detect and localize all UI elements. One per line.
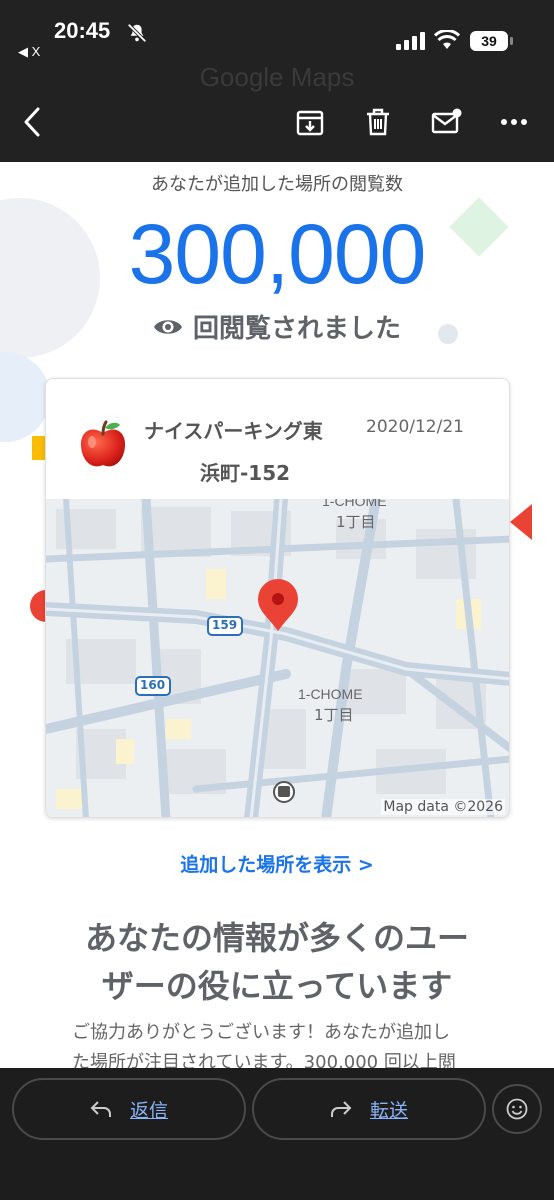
decorative-triangle-red xyxy=(510,504,532,540)
forward-icon xyxy=(330,1101,352,1117)
smiley-icon xyxy=(506,1098,528,1120)
views-count: 300,000 xyxy=(128,207,427,301)
emoji-reaction-button[interactable] xyxy=(492,1084,542,1134)
map-label-chome-mid-jp: 1丁目 xyxy=(314,706,354,724)
more-options-button[interactable] xyxy=(496,104,532,140)
email-body: あなたが追加した場所の閲覧数 300,000 回閲覧されました ナイスパーキング… xyxy=(0,162,554,1068)
place-name: ナイスパーキング東 xyxy=(144,419,323,443)
reply-button[interactable]: 返信 xyxy=(12,1078,246,1140)
mark-unread-icon xyxy=(431,108,462,134)
back-to-app-link[interactable]: ◀ X xyxy=(18,44,40,60)
place-name-continued: 浜町-152 xyxy=(200,461,291,485)
back-button[interactable] xyxy=(14,104,50,140)
trash-icon xyxy=(367,108,389,136)
headline-line-2: ザーの役に立っています xyxy=(101,967,453,1005)
body-text: ご協力ありがとうございます！あなたが追加し た場所が注目されています。300,0… xyxy=(72,1018,502,1068)
top-bar: 20:45 ◀ X 39 Google Maps xyxy=(0,0,554,162)
battery-indicator: 39 xyxy=(470,31,513,51)
map-graphic xyxy=(46,499,509,817)
map-label-chome-top: 1-CHOME xyxy=(322,499,387,509)
archive-icon xyxy=(296,110,324,136)
reply-label: 返信 xyxy=(129,1099,168,1122)
views-label: あなたが追加した場所の閲覧数 xyxy=(151,174,403,195)
bell-off-icon xyxy=(127,23,147,43)
body-text-line-1: ご協力ありがとうございます！あなたが追加し xyxy=(72,1022,450,1043)
eye-icon xyxy=(153,319,182,334)
forward-label: 転送 xyxy=(369,1099,408,1122)
route-160-label: 160 xyxy=(140,678,166,692)
map-preview[interactable]: 1-CHOME 1丁目 159 160 1-CHOME 1丁目 Map data… xyxy=(46,499,509,817)
map-label-chome-mid: 1-CHOME xyxy=(298,686,363,702)
map-attribution: Map data ©2026 xyxy=(381,799,505,815)
views-suffix: 回閲覧されました xyxy=(0,308,554,345)
place-card[interactable]: ナイスパーキング東 2020/12/21 浜町-152 1-CHOME 1丁目 … xyxy=(45,378,510,818)
decorative-square-yellow xyxy=(32,436,46,460)
apple-icon xyxy=(80,420,126,467)
forward-button[interactable]: 転送 xyxy=(252,1078,486,1140)
back-icon xyxy=(24,107,40,137)
decorative-circle-blue xyxy=(0,352,50,442)
headline-line-1: あなたの情報が多くのユー xyxy=(84,919,469,957)
route-159-label: 159 xyxy=(212,618,238,632)
views-suffix-text: 回閲覧されました xyxy=(192,314,401,344)
bottom-action-bar: 返信 転送 xyxy=(0,1068,554,1200)
wifi-icon xyxy=(434,30,460,49)
reply-icon xyxy=(90,1101,111,1117)
status-time: 20:45 xyxy=(54,18,111,43)
more-icon xyxy=(501,119,527,125)
delete-button[interactable] xyxy=(360,104,396,140)
body-text-line-2: た場所が注目されています。300,000 回以上閲 xyxy=(72,1052,456,1068)
header-watermark: Google Maps xyxy=(199,62,355,92)
archive-button[interactable] xyxy=(292,104,328,140)
place-date: 2020/12/21 xyxy=(366,417,464,437)
headline: あなたの情報が多くのユー ザーの役に立っています xyxy=(40,914,514,1010)
mark-unread-button[interactable] xyxy=(428,104,464,140)
view-added-places-link[interactable]: 追加した場所を表示 > xyxy=(0,850,554,877)
cellular-signal-icon xyxy=(396,32,425,50)
map-label-chome-top-jp: 1丁目 xyxy=(336,513,376,531)
